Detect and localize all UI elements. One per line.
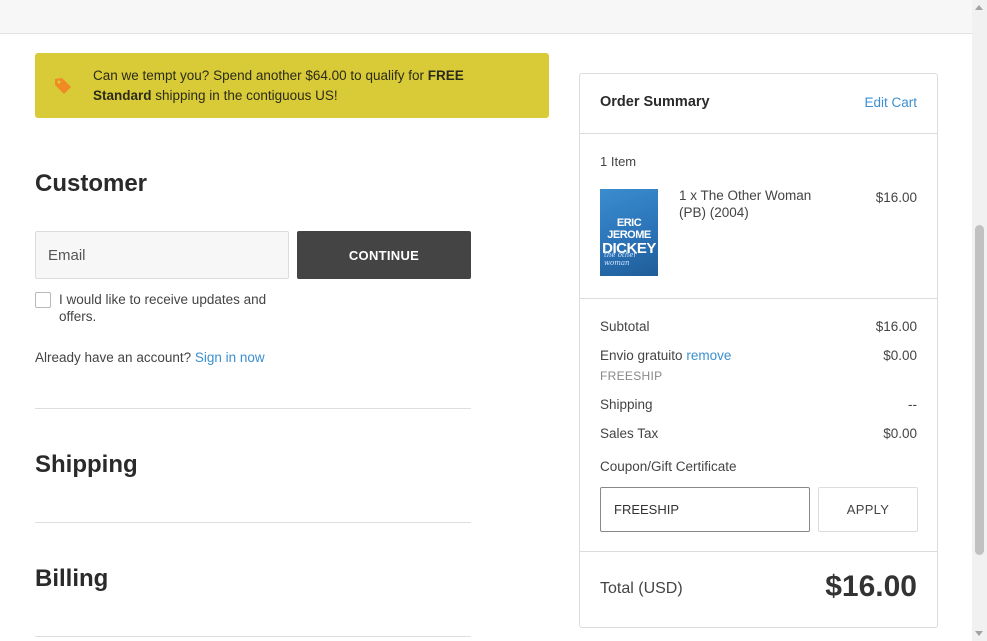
coupon-input[interactable] [600, 487, 810, 532]
cart-items-section: 1 Item ERIC JEROME DICKEY the other woma… [580, 134, 937, 299]
free-shipping-promo-banner: Can we tempt you? Spend another $64.00 t… [35, 53, 549, 118]
edit-cart-link[interactable]: Edit Cart [864, 95, 917, 110]
promo-message: Can we tempt you? Spend another $64.00 t… [93, 68, 464, 103]
sign-in-link[interactable]: Sign in now [195, 350, 265, 365]
item-name: 1 x The Other Woman (PB) (2004) [679, 188, 812, 220]
order-summary-title: Order Summary [600, 94, 710, 110]
discount-value: $0.00 [883, 348, 917, 363]
continue-button[interactable]: CONTINUE [297, 231, 471, 279]
divider [580, 551, 937, 552]
divider [35, 522, 471, 523]
shipping-label: Shipping [600, 397, 653, 412]
sales-tax-label: Sales Tax [600, 426, 659, 441]
newsletter-label: I would like to receive updates and offe… [59, 292, 267, 324]
subtotal-value: $16.00 [875, 319, 917, 334]
coupon-label: Coupon/Gift Certificate [600, 459, 737, 474]
scroll-up-arrow-icon[interactable] [975, 5, 983, 10]
total-label: Total (USD) [600, 580, 683, 597]
subtotal-label: Subtotal [600, 319, 650, 334]
total-value: $16.00 [825, 570, 917, 603]
page-scrollbar[interactable] [972, 0, 987, 641]
order-summary-header: Order Summary Edit Cart [580, 74, 937, 134]
sales-tax-value: $0.00 [883, 426, 917, 441]
apply-coupon-button[interactable]: APPLY [818, 487, 918, 532]
shipping-section-title[interactable]: Shipping [35, 451, 138, 479]
discount-code: FREESHIP [600, 369, 663, 383]
already-account-text: Already have an account? [35, 350, 192, 365]
divider [35, 636, 471, 637]
order-summary-panel: Order Summary Edit Cart 1 Item ERIC JERO… [579, 73, 938, 628]
remove-discount-link[interactable]: remove [686, 348, 731, 363]
customer-section-title: Customer [35, 170, 148, 197]
book-cover-subtitle: the other woman [604, 251, 637, 267]
billing-section-title[interactable]: Billing [35, 565, 108, 593]
newsletter-checkbox[interactable] [35, 292, 51, 308]
top-header-bar [0, 0, 972, 34]
item-price: $16.00 [875, 190, 917, 205]
sign-in-prompt: Already have an account? Sign in now [35, 350, 265, 365]
discount-label: Envio gratuito [600, 348, 683, 363]
book-cover-image: ERIC JEROME DICKEY the other woman [600, 189, 658, 276]
discount-row: Envio gratuito remove [600, 348, 731, 363]
shipping-value: -- [908, 397, 917, 412]
divider [35, 408, 471, 409]
item-count: 1 Item [600, 154, 637, 169]
email-input[interactable] [35, 231, 289, 279]
tag-icon [55, 78, 71, 94]
scroll-down-arrow-icon[interactable] [975, 631, 983, 636]
scroll-thumb[interactable] [975, 225, 984, 555]
